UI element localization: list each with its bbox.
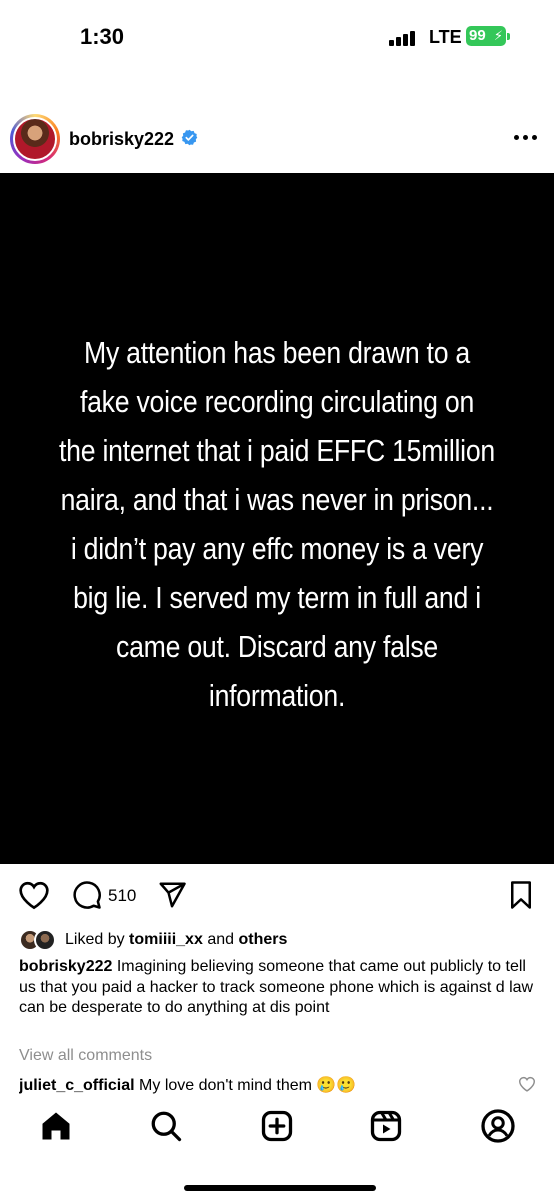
liked-avatars (19, 929, 59, 951)
profile-icon[interactable] (480, 1108, 516, 1144)
create-icon[interactable] (259, 1108, 295, 1144)
signal-strength-icon (389, 31, 421, 46)
charging-bolt-icon: ⚡ (493, 28, 503, 43)
image-line: fake voice recording circulating on (79, 384, 475, 419)
image-line: naira, and that i was never in prison... (60, 482, 494, 517)
comment-text: My love don't mind them 🥲🥲 (139, 1077, 357, 1094)
comment-like-icon[interactable] (518, 1076, 536, 1092)
bookmark-icon[interactable] (507, 880, 535, 910)
battery-cap (507, 33, 510, 40)
image-line: the internet that i paid EFFC 15million (59, 433, 495, 468)
post-caption: bobrisky222 Imagining believing someone … (19, 957, 539, 1019)
image-line: information. (208, 678, 346, 713)
home-indicator[interactable] (184, 1185, 376, 1191)
battery-icon: 99 ⚡ (466, 26, 506, 46)
caption-username[interactable]: bobrisky222 (19, 958, 112, 975)
liked-by-text: Liked by tomiiii_xx and others (65, 931, 287, 949)
status-time: 1:30 (80, 24, 125, 49)
comment-username[interactable]: juliet_c_official (19, 1077, 135, 1094)
image-line: i didn’t pay any effc money is a very (70, 531, 484, 566)
post-actions: 510 (0, 872, 554, 918)
image-line: came out. Discard any false (116, 629, 438, 664)
network-type: LTE (429, 27, 462, 47)
post-image-text: My attention has been drawn to a fake vo… (56, 328, 498, 720)
liked-others[interactable]: others (238, 931, 287, 948)
avatar[interactable] (10, 114, 60, 164)
view-all-comments-link[interactable]: View all comments (19, 1047, 152, 1065)
image-line: big lie. I served my term in full and i (73, 580, 481, 615)
avatar (34, 929, 56, 951)
send-icon[interactable] (157, 880, 187, 910)
reels-icon[interactable] (368, 1108, 404, 1144)
post-header: bobrisky222 (0, 108, 554, 170)
heart-icon[interactable] (18, 880, 50, 910)
liked-prefix: Liked by (65, 931, 125, 948)
comment-preview: juliet_c_official My love don't mind the… (19, 1075, 519, 1095)
liked-user[interactable]: tomiiii_xx (129, 931, 203, 948)
post-username[interactable]: bobrisky222 (69, 129, 174, 150)
post-image[interactable]: My attention has been drawn to a fake vo… (0, 173, 554, 864)
status-bar: 1:30 LTE 99 ⚡ (0, 0, 554, 80)
more-options-icon[interactable] (514, 135, 537, 141)
comment-icon[interactable] (72, 880, 102, 910)
image-line: My attention has been drawn to a (84, 335, 470, 370)
liked-by[interactable]: Liked by tomiiii_xx and others (19, 929, 539, 951)
home-icon[interactable] (38, 1108, 74, 1144)
verified-badge-icon (181, 129, 198, 146)
battery-level: 99 (469, 27, 486, 44)
search-icon[interactable] (148, 1108, 184, 1144)
liked-and: and (207, 931, 235, 948)
comment-count[interactable]: 510 (108, 886, 136, 906)
